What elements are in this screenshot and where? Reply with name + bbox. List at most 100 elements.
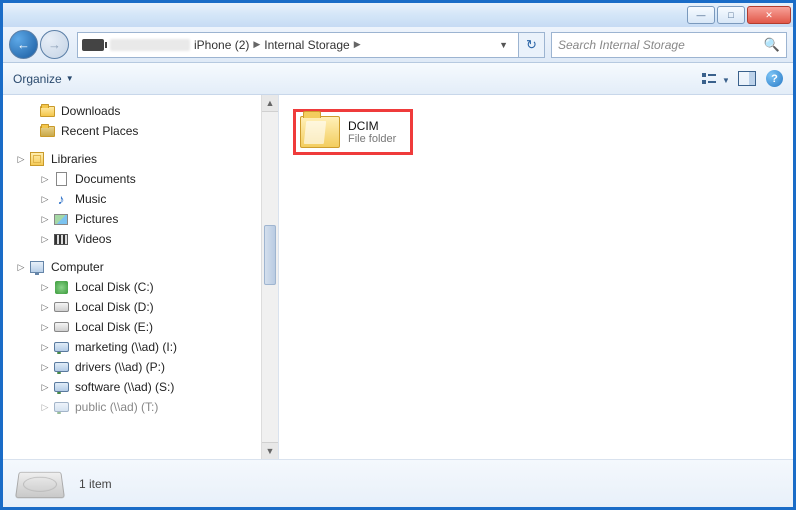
sidebar-item-label: public (\\ad) (T:)	[75, 400, 158, 414]
close-button[interactable]: ✕	[747, 6, 791, 24]
view-options-button[interactable]: ▼	[702, 71, 728, 87]
sidebar-item-videos[interactable]: ▷ Videos	[3, 229, 278, 249]
search-input[interactable]: Search Internal Storage 🔍	[551, 32, 787, 58]
expand-icon[interactable]: ▷	[39, 382, 51, 393]
sidebar-item-net-p[interactable]: ▷ drivers (\\ad) (P:)	[3, 357, 278, 377]
sidebar-item-documents[interactable]: ▷ Documents	[3, 169, 278, 189]
folder-item-dcim[interactable]: DCIM File folder	[293, 109, 413, 155]
expand-icon[interactable]: ▷	[39, 234, 51, 245]
maximize-button[interactable]: □	[717, 6, 745, 24]
sidebar-item-local-c[interactable]: ▷ Local Disk (C:)	[3, 277, 278, 297]
sidebar-item-label: Music	[75, 192, 106, 206]
organize-menu[interactable]: Organize ▼	[13, 72, 74, 86]
sidebar-item-recent-places[interactable]: Recent Places	[3, 121, 278, 141]
command-bar: Organize ▼ ▼ ?	[3, 63, 793, 95]
sidebar-scrollbar[interactable]: ▲ ▼	[261, 95, 278, 459]
expand-icon[interactable]: ▷	[39, 174, 51, 185]
expand-icon[interactable]: ▷	[39, 402, 51, 413]
computer-icon	[29, 259, 45, 275]
forward-button[interactable]: →	[40, 30, 69, 59]
organize-label: Organize	[13, 72, 62, 86]
sidebar-item-net-s[interactable]: ▷ software (\\ad) (S:)	[3, 377, 278, 397]
minimize-button[interactable]: —	[687, 6, 715, 24]
sidebar-item-label: Videos	[75, 232, 111, 246]
content-pane[interactable]: DCIM File folder	[279, 95, 793, 459]
expand-icon[interactable]: ▷	[15, 154, 27, 165]
address-dropdown-icon[interactable]: ▼	[493, 40, 514, 50]
sidebar-item-pictures[interactable]: ▷ Pictures	[3, 209, 278, 229]
sidebar-group-libraries[interactable]: ▷ Libraries	[3, 149, 278, 169]
breadcrumb-location[interactable]: Internal Storage	[264, 38, 349, 52]
sidebar-group-computer[interactable]: ▷ Computer	[3, 257, 278, 277]
sidebar-item-label: Documents	[75, 172, 136, 186]
search-icon: 🔍	[764, 37, 780, 53]
disk-icon	[53, 299, 69, 315]
preview-pane-icon	[738, 71, 756, 86]
sidebar-item-label: Downloads	[61, 104, 120, 118]
folder-icon	[300, 116, 340, 148]
scroll-up-icon[interactable]: ▲	[262, 95, 278, 112]
expand-icon[interactable]: ▷	[39, 282, 51, 293]
network-drive-icon	[53, 399, 69, 415]
sidebar-item-music[interactable]: ▷ ♪ Music	[3, 189, 278, 209]
scroll-down-icon[interactable]: ▼	[262, 442, 278, 459]
status-bar: 1 item	[3, 459, 793, 507]
breadcrumb-separator-icon: ▶	[354, 39, 361, 50]
disk-icon	[53, 319, 69, 335]
sidebar-item-net-i[interactable]: ▷ marketing (\\ad) (I:)	[3, 337, 278, 357]
expand-icon[interactable]: ▷	[39, 194, 51, 205]
recent-icon	[39, 123, 55, 139]
disk-icon	[53, 279, 69, 295]
pictures-icon	[53, 211, 69, 227]
refresh-icon: ↻	[526, 37, 537, 53]
folder-meta: DCIM File folder	[348, 119, 396, 145]
expand-icon[interactable]: ▷	[39, 214, 51, 225]
sidebar-item-label: Libraries	[51, 152, 97, 166]
address-bar[interactable]: iPhone (2) ▶ Internal Storage ▶ ▼	[77, 32, 519, 58]
address-obscured-segment	[110, 39, 190, 51]
back-button[interactable]: ←	[9, 30, 38, 59]
network-drive-icon	[53, 339, 69, 355]
expand-icon[interactable]: ▷	[39, 302, 51, 313]
explorer-window: — □ ✕ ← → iPhone (2) ▶ Internal Storage …	[0, 0, 796, 510]
music-icon: ♪	[53, 191, 69, 207]
expand-icon[interactable]: ▷	[39, 322, 51, 333]
documents-icon	[53, 171, 69, 187]
network-drive-icon	[53, 379, 69, 395]
status-count: 1 item	[79, 477, 112, 491]
folder-name: DCIM	[348, 119, 396, 133]
sidebar-item-label: Recent Places	[61, 124, 138, 138]
expand-icon[interactable]: ▷	[39, 342, 51, 353]
sidebar-item-label: software (\\ad) (S:)	[75, 380, 174, 394]
refresh-button[interactable]: ↻	[519, 32, 545, 58]
chevron-down-icon: ▼	[66, 74, 74, 83]
sidebar-item-label: Pictures	[75, 212, 118, 226]
libraries-icon	[29, 151, 45, 167]
view-icon: ▼	[702, 71, 728, 87]
sidebar-item-local-e[interactable]: ▷ Local Disk (E:)	[3, 317, 278, 337]
preview-pane-button[interactable]	[738, 71, 756, 86]
drive-icon	[15, 471, 65, 497]
expand-icon[interactable]: ▷	[39, 362, 51, 373]
scroll-thumb[interactable]	[264, 225, 276, 285]
sidebar-item-label: marketing (\\ad) (I:)	[75, 340, 177, 354]
sidebar-item-downloads[interactable]: Downloads	[3, 101, 278, 121]
navigation-bar: ← → iPhone (2) ▶ Internal Storage ▶ ▼ ↻ …	[3, 27, 793, 63]
sidebar-item-label: Local Disk (D:)	[75, 300, 154, 314]
expand-icon[interactable]: ▷	[15, 262, 27, 273]
sidebar-item-label: drivers (\\ad) (P:)	[75, 360, 165, 374]
network-drive-icon	[53, 359, 69, 375]
breadcrumb-device[interactable]: iPhone (2)	[194, 38, 249, 52]
nav-buttons: ← →	[9, 30, 71, 59]
breadcrumb-separator-icon: ▶	[253, 39, 260, 50]
navigation-pane: Downloads Recent Places ▷ Libraries ▷ Do…	[3, 95, 279, 459]
sidebar-item-net-t[interactable]: ▷ public (\\ad) (T:)	[3, 397, 278, 417]
help-button[interactable]: ?	[766, 70, 783, 87]
sidebar-item-label: Computer	[51, 260, 104, 274]
main-area: Downloads Recent Places ▷ Libraries ▷ Do…	[3, 95, 793, 459]
sidebar-item-local-d[interactable]: ▷ Local Disk (D:)	[3, 297, 278, 317]
sidebar-item-label: Local Disk (E:)	[75, 320, 153, 334]
search-placeholder: Search Internal Storage	[558, 38, 685, 52]
title-bar: — □ ✕	[3, 3, 793, 27]
sidebar-item-label: Local Disk (C:)	[75, 280, 154, 294]
